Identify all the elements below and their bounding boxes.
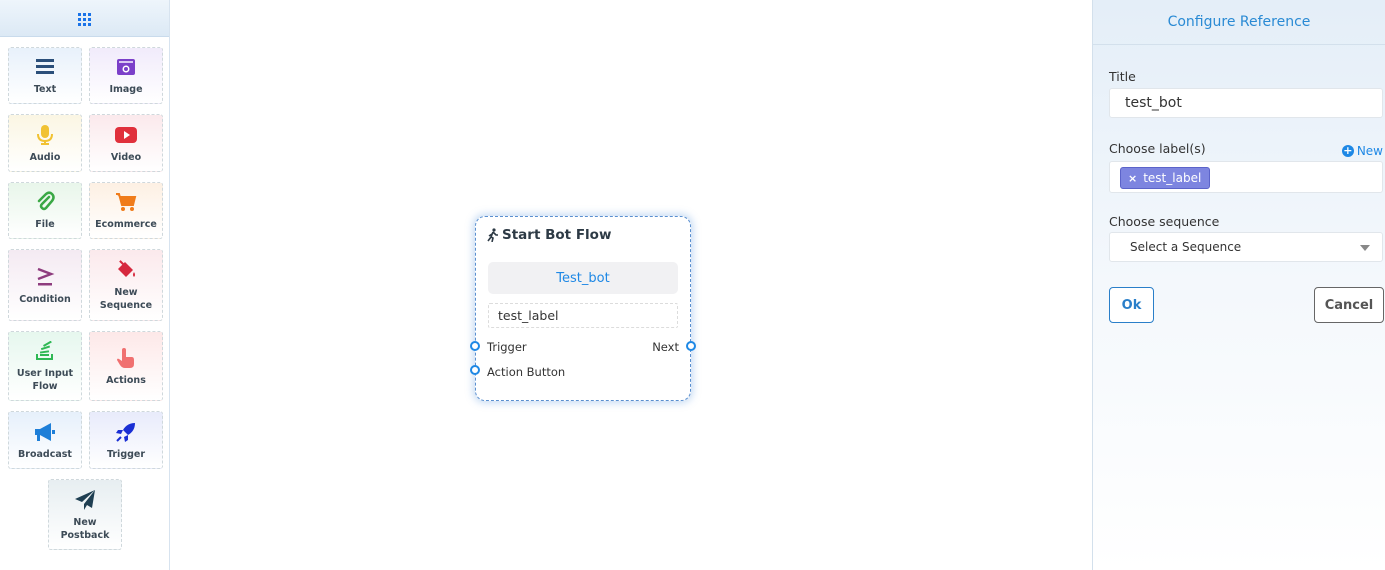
- start-bot-flow-node[interactable]: Start Bot Flow Test_bot test_label Trigg…: [470, 216, 696, 401]
- plus-circle-icon: +: [1341, 144, 1354, 157]
- palette-item-video[interactable]: Video: [89, 114, 163, 172]
- palette-item-broadcast[interactable]: Broadcast: [8, 411, 82, 469]
- hand-pointer-icon: [114, 346, 138, 370]
- trigger-input-port[interactable]: [470, 341, 480, 351]
- microphone-icon: [33, 123, 57, 147]
- palette-item-new-sequence[interactable]: New Sequence: [89, 249, 163, 321]
- remove-tag-icon[interactable]: ×: [1128, 172, 1137, 185]
- palette-item-label: File: [35, 219, 55, 230]
- palette-item-label: Ecommerce: [95, 219, 157, 230]
- palette-item-label: Video: [110, 151, 142, 163]
- paperclip-icon: [33, 190, 57, 214]
- palette-item-label: User Input Flow: [16, 368, 74, 392]
- stack-icon: [33, 339, 57, 363]
- palette-item-image[interactable]: Image: [89, 47, 163, 104]
- palette-item-condition[interactable]: Condition: [8, 249, 82, 321]
- trigger-port-label: Trigger: [487, 340, 527, 354]
- image-icon: [114, 55, 138, 79]
- ok-button[interactable]: Ok: [1109, 287, 1154, 323]
- panel-title: Configure Reference: [1093, 0, 1385, 45]
- next-output-port[interactable]: [686, 341, 696, 351]
- palette-item-label: Condition: [19, 293, 71, 305]
- rocket-icon: [114, 420, 138, 444]
- greater-equal-icon: [33, 265, 57, 289]
- palette-item-label: Broadcast: [18, 448, 72, 460]
- youtube-play-icon: [114, 123, 138, 147]
- label-tag-text: test_label: [1143, 171, 1202, 185]
- label-tag: × test_label: [1120, 167, 1211, 189]
- palette-item-text[interactable]: Text: [8, 47, 82, 104]
- megaphone-icon: [33, 420, 57, 444]
- palette-item-user-input-flow[interactable]: User Input Flow: [8, 331, 82, 401]
- palette-item-ecommerce[interactable]: Ecommerce: [89, 182, 163, 239]
- palette-item-label: Text: [33, 84, 57, 95]
- paper-plane-icon: [73, 488, 97, 512]
- grid-menu-icon[interactable]: [78, 12, 91, 26]
- palette-item-label: Image: [109, 84, 143, 95]
- title-input[interactable]: test_bot: [1109, 88, 1383, 118]
- labels-field-label: Choose label(s): [1109, 141, 1206, 156]
- palette-item-label: New Sequence: [99, 287, 153, 311]
- chevron-down-icon: [1360, 245, 1370, 251]
- node-bot-name: Test_bot: [488, 262, 678, 294]
- shopping-cart-icon: [114, 190, 138, 214]
- palette-item-trigger[interactable]: Trigger: [89, 411, 163, 469]
- paint-bucket-icon: [114, 258, 138, 282]
- palette-item-label: New Postback: [60, 516, 110, 541]
- palette-item-file[interactable]: File: [8, 182, 82, 239]
- title-field-label: Title: [1109, 69, 1136, 84]
- palette-item-label: Trigger: [106, 448, 146, 460]
- action-button-input-port[interactable]: [470, 365, 480, 375]
- text-lines-icon: [33, 55, 57, 79]
- cancel-button[interactable]: Cancel: [1314, 287, 1384, 323]
- palette-item-actions[interactable]: Actions: [89, 331, 163, 401]
- next-port-label: Next: [652, 340, 679, 354]
- component-palette: Text Image Audio Video File Ecommerce Co…: [0, 0, 170, 570]
- walking-person-icon: [487, 228, 498, 242]
- configure-reference-panel: Configure Reference Title test_bot Choos…: [1092, 0, 1385, 570]
- action-button-port-label: Action Button: [487, 365, 566, 379]
- palette-header[interactable]: [0, 0, 169, 37]
- sequence-field-label: Choose sequence: [1109, 214, 1220, 229]
- node-label: test_label: [488, 303, 678, 328]
- sequence-select[interactable]: Select a Sequence: [1109, 232, 1383, 262]
- palette-item-label: Actions: [106, 374, 146, 386]
- palette-item-audio[interactable]: Audio: [8, 114, 82, 172]
- new-label-text: New: [1356, 144, 1383, 158]
- node-title-text: Start Bot Flow: [502, 227, 612, 243]
- palette-item-label: Audio: [29, 151, 61, 163]
- sequence-select-placeholder: Select a Sequence: [1130, 240, 1242, 254]
- flow-canvas[interactable]: Start Bot Flow Test_bot test_label Trigg…: [171, 0, 1092, 570]
- new-label-link[interactable]: + New: [1341, 144, 1383, 158]
- labels-multiselect[interactable]: × test_label: [1109, 161, 1383, 193]
- palette-item-new-postback[interactable]: New Postback: [48, 479, 122, 550]
- node-title: Start Bot Flow: [487, 227, 611, 243]
